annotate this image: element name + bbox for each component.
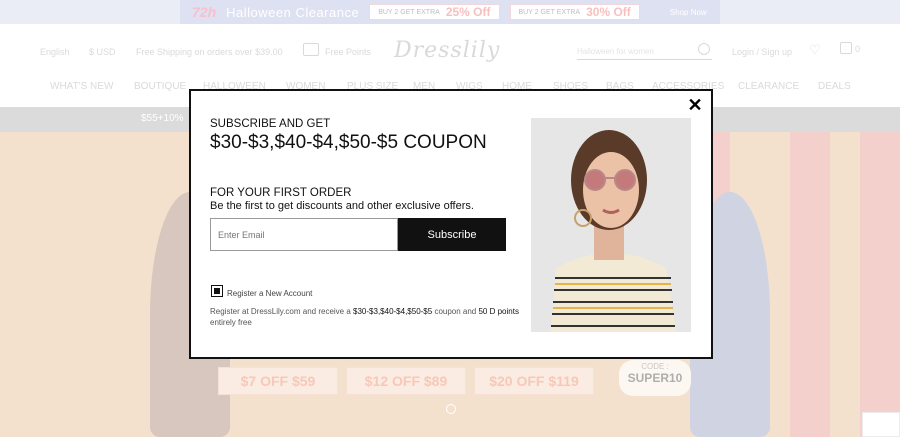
model-photo bbox=[531, 118, 691, 332]
first-order-heading: FOR YOUR FIRST ORDER bbox=[210, 187, 352, 199]
register-label: Register a New Account bbox=[227, 289, 313, 298]
coupon-headline: $30-$3,$40-$4,$50-$5 COUPON bbox=[210, 132, 487, 153]
subscribe-button[interactable]: Subscribe bbox=[398, 218, 506, 251]
first-order-text: Be the first to get discounts and other … bbox=[210, 200, 474, 212]
register-note: Register at DressLily.com and receive a … bbox=[210, 307, 519, 327]
email-field[interactable] bbox=[210, 218, 398, 251]
subscribe-heading: SUBSCRIBE AND GET bbox=[210, 118, 331, 130]
check-mark-icon bbox=[214, 288, 220, 294]
subscribe-modal: ✕ SUBSCRIBE AND GET $30-$3,$40-$4,$50-$5… bbox=[189, 89, 713, 359]
register-checkbox[interactable] bbox=[211, 285, 223, 297]
close-icon[interactable]: ✕ bbox=[687, 96, 703, 114]
